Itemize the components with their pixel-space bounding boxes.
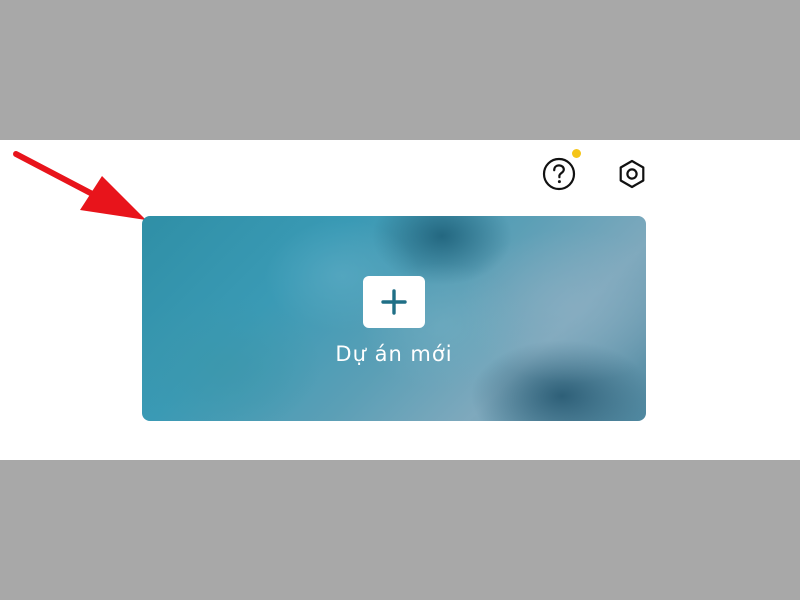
settings-button[interactable] bbox=[614, 156, 650, 192]
new-project-plus-button[interactable] bbox=[363, 276, 425, 328]
settings-hexagon-icon bbox=[619, 159, 645, 189]
bottom-gray-band bbox=[0, 460, 800, 600]
help-button[interactable] bbox=[541, 156, 577, 192]
top-gray-band bbox=[0, 0, 800, 140]
notification-dot bbox=[572, 149, 581, 158]
screenshot-frame: Dự án mới bbox=[0, 0, 800, 600]
new-project-label: Dự án mới bbox=[335, 342, 453, 366]
new-project-card[interactable]: Dự án mới bbox=[142, 216, 646, 421]
plus-icon bbox=[381, 289, 407, 315]
help-circle-icon bbox=[542, 157, 576, 191]
